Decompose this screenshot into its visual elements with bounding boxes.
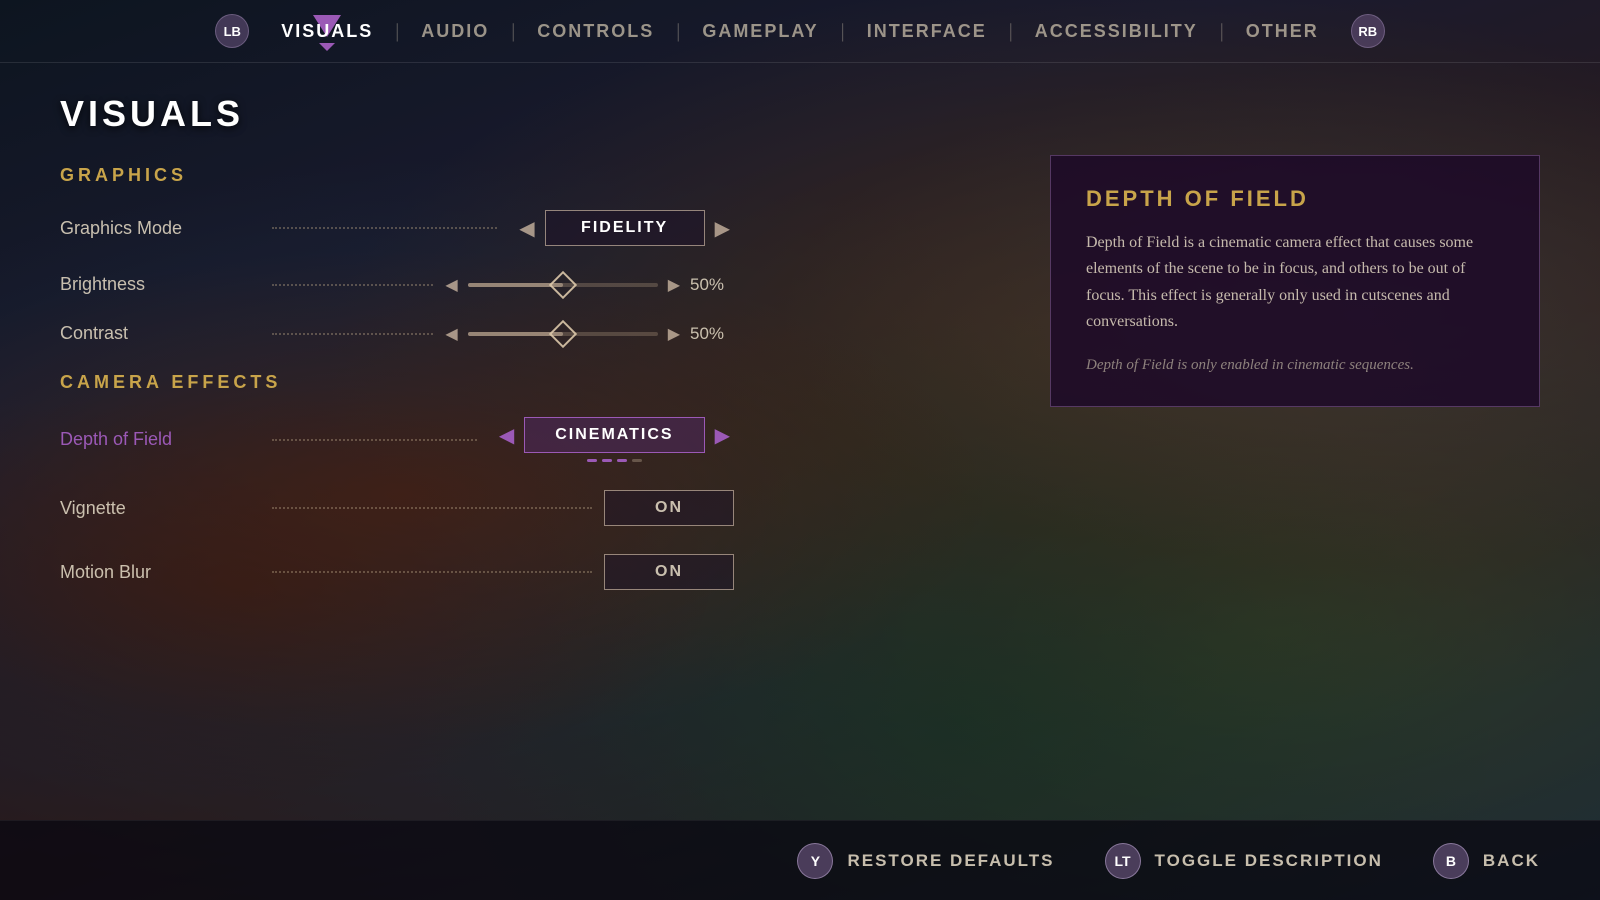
description-box: DEPTH OF FIELD Depth of Field is a cinem…	[1050, 155, 1540, 407]
restore-defaults-action[interactable]: Y RESTORE DEFAULTS	[797, 843, 1054, 879]
tab-audio[interactable]: AUDIO	[403, 15, 507, 48]
motion-blur-label: Motion Blur	[60, 562, 260, 583]
settings-area: GRAPHICS Graphics Mode ◀ FIDELITY ▶ Brig…	[0, 165, 800, 590]
tab-other[interactable]: OTHER	[1228, 15, 1337, 48]
brightness-label: Brightness	[60, 274, 260, 295]
brightness-right-arrow[interactable]: ▶	[668, 275, 680, 295]
nav-sep-3: |	[672, 20, 684, 43]
brightness-row: Brightness ◀ ▶ 50%	[60, 274, 740, 295]
nav-sep-2: |	[507, 20, 519, 43]
contrast-value: 50%	[690, 324, 740, 344]
tab-controls[interactable]: CONTROLS	[519, 15, 672, 48]
toggle-description-action[interactable]: LT TOGGLE DESCRIPTION	[1105, 843, 1383, 879]
contrast-thumb	[549, 319, 577, 347]
graphics-section-header: GRAPHICS	[60, 165, 740, 186]
graphics-mode-label: Graphics Mode	[60, 218, 260, 239]
nav-sep-1: |	[391, 20, 403, 43]
nav-visuals-wrapper: VISUALS	[263, 15, 391, 48]
nav-sep-6: |	[1216, 20, 1228, 43]
camera-effects-section-header: CAMERA EFFECTS	[60, 372, 740, 393]
toggle-description-button[interactable]: LT	[1105, 843, 1141, 879]
nav-sep-5: |	[1005, 20, 1017, 43]
dof-indicator-dot-4	[632, 459, 642, 462]
vignette-value[interactable]: ON	[604, 490, 734, 526]
depth-of-field-value: CINEMATICS	[524, 417, 704, 453]
depth-of-field-label: Depth of Field	[60, 429, 260, 450]
brightness-thumb	[549, 270, 577, 298]
back-label: BACK	[1483, 851, 1540, 871]
contrast-label: Contrast	[60, 323, 260, 344]
nav-lb-button[interactable]: LB	[215, 14, 249, 48]
nav-rb-button[interactable]: RB	[1351, 14, 1385, 48]
bottom-bar: Y RESTORE DEFAULTS LT TOGGLE DESCRIPTION…	[0, 820, 1600, 900]
vignette-row: Vignette ON	[60, 490, 740, 526]
nav-sep-4: |	[837, 20, 849, 43]
graphics-mode-left-arrow[interactable]: ◀	[509, 212, 544, 245]
tab-gameplay[interactable]: GAMEPLAY	[684, 15, 836, 48]
back-button[interactable]: B	[1433, 843, 1469, 879]
motion-blur-row: Motion Blur ON	[60, 554, 740, 590]
graphics-mode-row: Graphics Mode ◀ FIDELITY ▶	[60, 210, 740, 246]
brightness-left-arrow[interactable]: ◀	[445, 275, 457, 295]
depth-of-field-right-arrow[interactable]: ▶	[705, 419, 740, 452]
depth-of-field-left-arrow[interactable]: ◀	[489, 419, 524, 452]
description-text: Depth of Field is a cinematic camera eff…	[1086, 230, 1504, 336]
brightness-value: 50%	[690, 275, 740, 295]
depth-of-field-row: Depth of Field ◀ CINEMATICS ▶	[60, 417, 740, 462]
tab-visuals[interactable]: VISUALS	[263, 15, 391, 48]
motion-blur-toggle: ON	[604, 554, 734, 590]
motion-blur-value[interactable]: ON	[604, 554, 734, 590]
main-content: LB VISUALS | AUDIO | CONTROLS | GAMEPLAY…	[0, 0, 1600, 900]
vignette-label: Vignette	[60, 498, 260, 519]
page-title: VISUALS	[0, 63, 1600, 155]
depth-of-field-dots	[272, 439, 477, 441]
dof-indicator-dot-2	[602, 459, 612, 462]
dof-indicator-dot-3	[617, 459, 627, 462]
motion-blur-dots	[272, 571, 592, 573]
depth-of-field-selector-wrapper: ◀ CINEMATICS ▶	[489, 417, 740, 462]
dof-indicator-dot-1	[587, 459, 597, 462]
graphics-mode-dots	[272, 227, 497, 229]
graphics-mode-value: FIDELITY	[545, 210, 705, 246]
brightness-slider: ◀ ▶ 50%	[445, 275, 740, 295]
depth-of-field-selector: ◀ CINEMATICS ▶	[489, 417, 740, 453]
contrast-slider: ◀ ▶ 50%	[445, 324, 740, 344]
contrast-track[interactable]	[468, 332, 658, 336]
tab-accessibility[interactable]: ACCESSIBILITY	[1017, 15, 1216, 48]
toggle-description-label: TOGGLE DESCRIPTION	[1155, 851, 1383, 871]
top-nav: LB VISUALS | AUDIO | CONTROLS | GAMEPLAY…	[0, 0, 1600, 63]
vignette-dots	[272, 507, 592, 509]
brightness-dots	[272, 284, 433, 286]
graphics-mode-right-arrow[interactable]: ▶	[705, 212, 740, 245]
contrast-right-arrow[interactable]: ▶	[668, 324, 680, 344]
restore-defaults-button[interactable]: Y	[797, 843, 833, 879]
graphics-mode-selector: ◀ FIDELITY ▶	[509, 210, 740, 246]
brightness-track[interactable]	[468, 283, 658, 287]
vignette-toggle: ON	[604, 490, 734, 526]
description-title: DEPTH OF FIELD	[1086, 186, 1504, 212]
tab-interface[interactable]: INTERFACE	[849, 15, 1005, 48]
restore-defaults-label: RESTORE DEFAULTS	[847, 851, 1054, 871]
description-italic-note: Depth of Field is only enabled in cinema…	[1086, 354, 1504, 377]
contrast-row: Contrast ◀ ▶ 50%	[60, 323, 740, 344]
back-action[interactable]: B BACK	[1433, 843, 1540, 879]
contrast-dots	[272, 333, 433, 335]
contrast-left-arrow[interactable]: ◀	[445, 324, 457, 344]
